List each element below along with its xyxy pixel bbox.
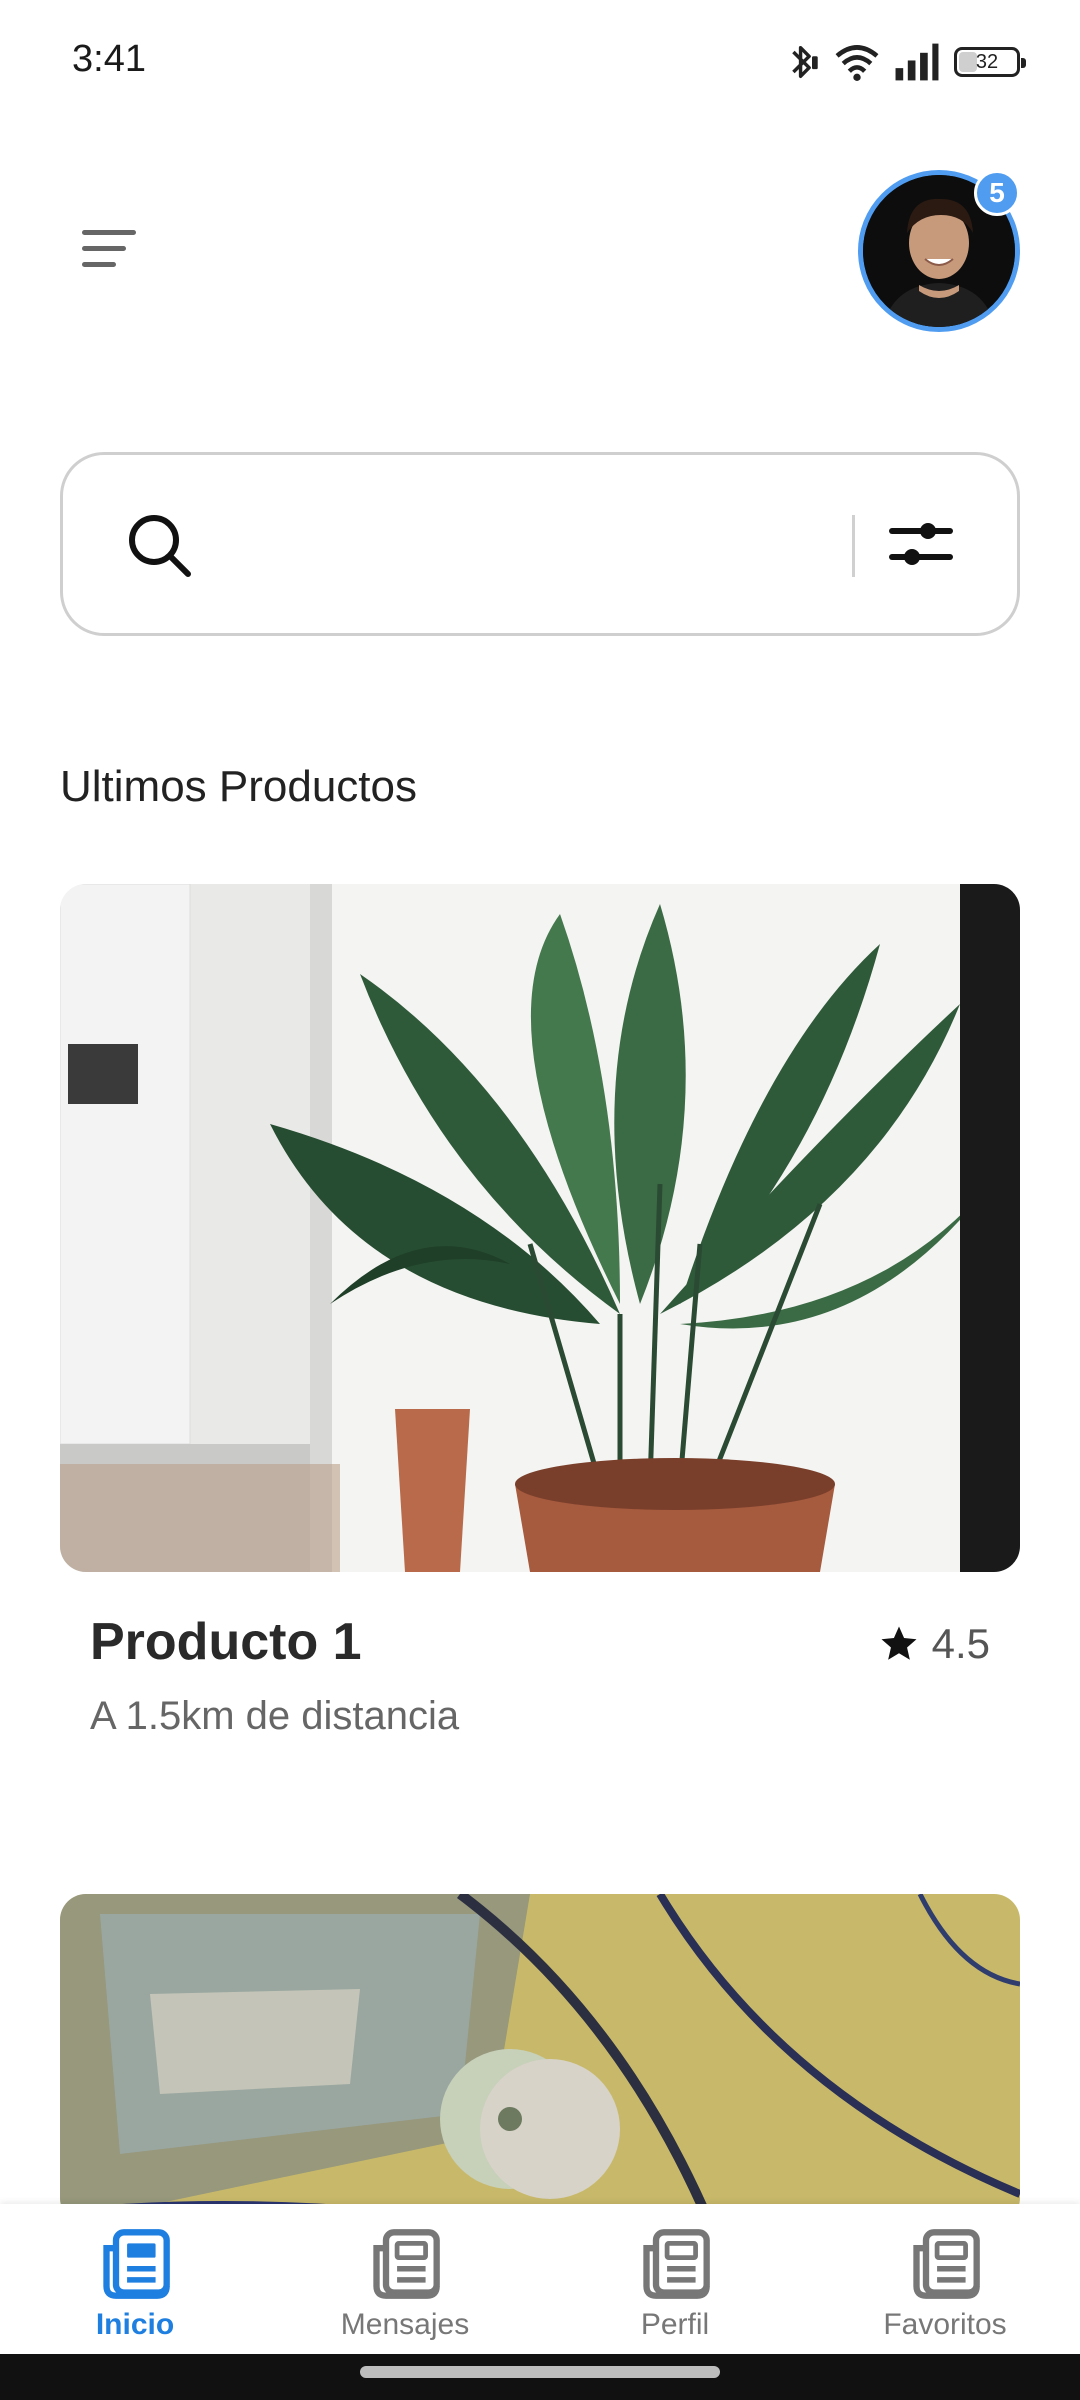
newspaper-icon — [103, 2229, 170, 2299]
nav-item-favoritos[interactable]: Favoritos — [810, 2204, 1080, 2354]
bottom-navigation: Inicio Mensajes Perfil Favoritos — [0, 2204, 1080, 2354]
nav-item-mensajes[interactable]: Mensajes — [270, 2204, 540, 2354]
nav-item-inicio[interactable]: Inicio — [0, 2204, 270, 2354]
notification-badge: 5 — [974, 170, 1020, 216]
nav-item-perfil[interactable]: Perfil — [540, 2204, 810, 2354]
newspaper-icon — [913, 2229, 980, 2299]
bluetooth-icon — [792, 46, 818, 78]
wifi-icon — [835, 45, 879, 82]
nav-label-mensajes: Mensajes — [340, 2308, 470, 2341]
newspaper-icon — [643, 2229, 710, 2299]
signal-icon — [895, 43, 939, 81]
battery-icon: 32 — [954, 47, 1026, 77]
product-distance: A 1.5km de distancia — [90, 1694, 460, 1738]
filter-sliders-icon[interactable] — [888, 515, 954, 575]
home-indicator[interactable] — [360, 2366, 720, 2378]
section-title: Ultimos Productos — [60, 762, 418, 811]
search-icon — [129, 515, 191, 577]
nav-label-favoritos: Favoritos — [883, 2308, 1007, 2341]
status-time: 3:41 — [72, 38, 146, 80]
rating-value: 4.5 — [931, 1620, 990, 1667]
product-name[interactable]: Producto 1 — [90, 1612, 362, 1672]
search-input[interactable] — [220, 500, 844, 592]
product-rating: 4.5 — [878, 1620, 990, 1668]
product-image[interactable] — [60, 1894, 1020, 2224]
search-divider — [852, 515, 855, 577]
menu-icon[interactable] — [80, 224, 140, 274]
status-icons: 32 — [784, 40, 1026, 84]
nav-label-inicio: Inicio — [95, 2308, 175, 2341]
newspaper-icon — [373, 2229, 440, 2299]
nav-label-perfil: Perfil — [640, 2308, 710, 2341]
star-icon — [881, 1626, 917, 1660]
battery-level: 32 — [975, 50, 999, 73]
product-image[interactable] — [60, 884, 1020, 1572]
